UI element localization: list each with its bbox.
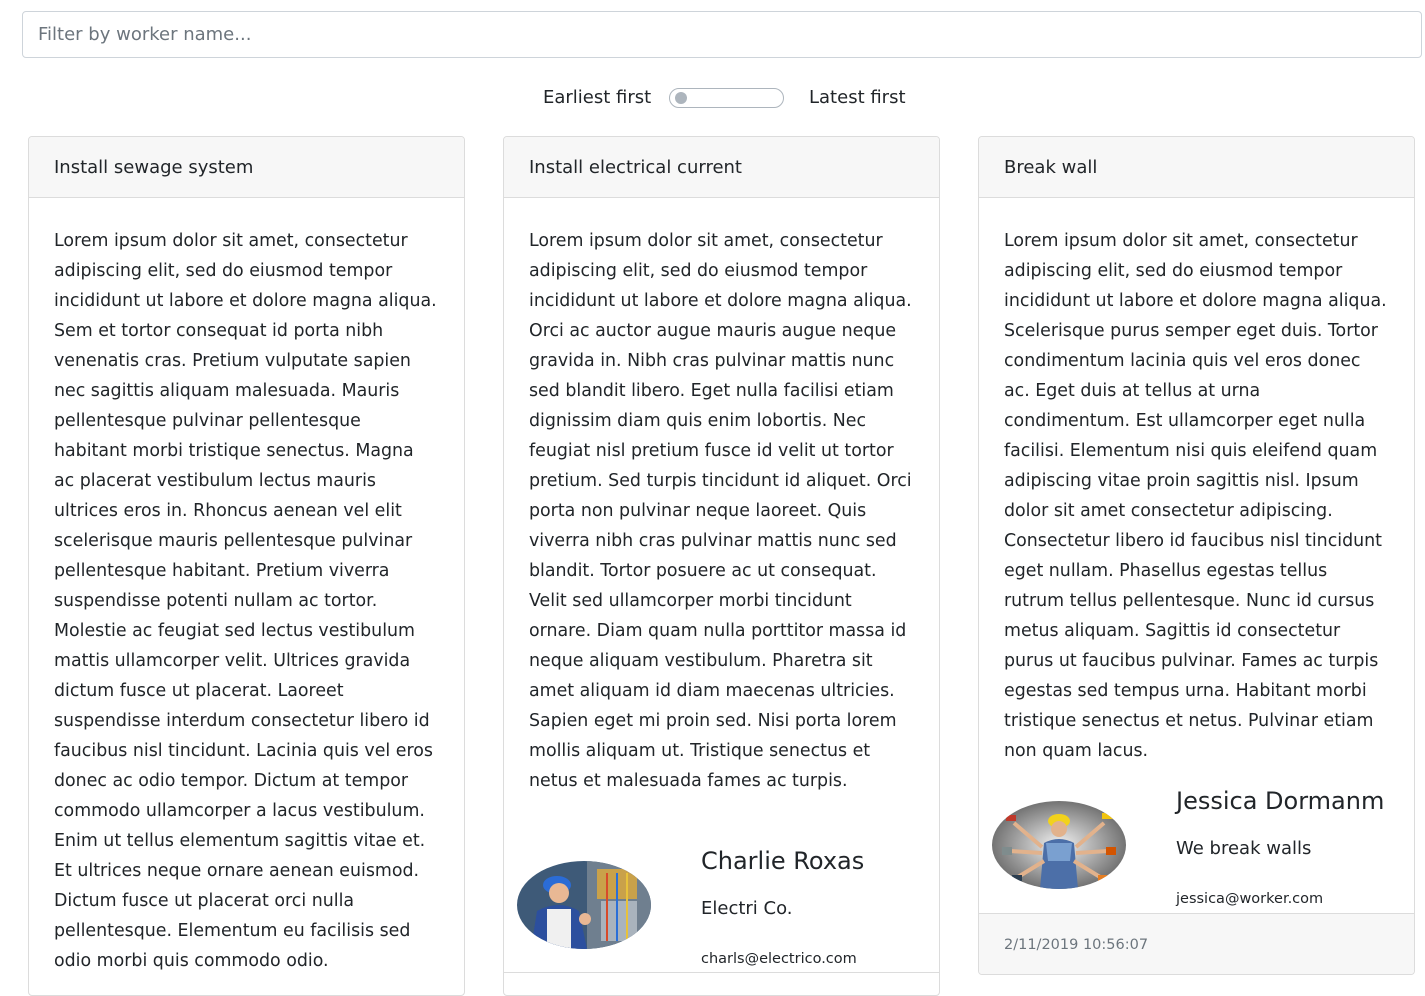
task-card: Break wall Lorem ipsum dolor sit amet, c… [978, 136, 1415, 975]
worker-name-filter-input[interactable] [22, 11, 1422, 58]
task-description: Lorem ipsum dolor sit amet, consectetur … [54, 231, 437, 971]
task-title: Break wall [979, 137, 1414, 198]
task-body: Lorem ipsum dolor sit amet, consectetur … [504, 198, 939, 796]
task-description: Lorem ipsum dolor sit amet, consectetur … [1004, 231, 1387, 761]
task-title: Install electrical current [504, 137, 939, 198]
task-body: Lorem ipsum dolor sit amet, consectetur … [29, 198, 464, 976]
worker-avatar [517, 861, 651, 949]
task-title: Install sewage system [29, 137, 464, 198]
card-footer-divider [504, 972, 939, 973]
electrician-photo-icon [517, 861, 651, 949]
worker-info: Jessica Dormanm We break walls jessica@w… [979, 787, 1414, 907]
worker-name: Jessica Dormanm [1176, 787, 1385, 815]
task-body: Lorem ipsum dolor sit amet, consectetur … [979, 198, 1414, 766]
filter-bar [22, 11, 1422, 58]
worker-email[interactable]: jessica@worker.com [1176, 891, 1323, 907]
worker-info: Charlie Roxas Electri Co. charls@electri… [504, 847, 939, 967]
multi-tool-worker-photo-icon [992, 801, 1126, 889]
worker-avatar [992, 801, 1126, 889]
earliest-first-label: Earliest first [543, 87, 652, 108]
worker-email[interactable]: charls@electrico.com [701, 951, 857, 967]
sort-order-toggle[interactable] [669, 88, 784, 108]
latest-first-label: Latest first [809, 87, 906, 108]
sort-order-control: Earliest first Latest first [0, 84, 1425, 114]
task-timestamp: 2/11/2019 10:56:07 [979, 913, 1414, 974]
toggle-knob [675, 92, 687, 104]
task-card: Install electrical current Lorem ipsum d… [503, 136, 940, 996]
worker-company: We break walls [1176, 838, 1312, 859]
task-description: Lorem ipsum dolor sit amet, consectetur … [529, 231, 912, 791]
worker-company: Electri Co. [701, 898, 793, 919]
worker-name: Charlie Roxas [701, 847, 865, 875]
task-card: Install sewage system Lorem ipsum dolor … [28, 136, 465, 996]
